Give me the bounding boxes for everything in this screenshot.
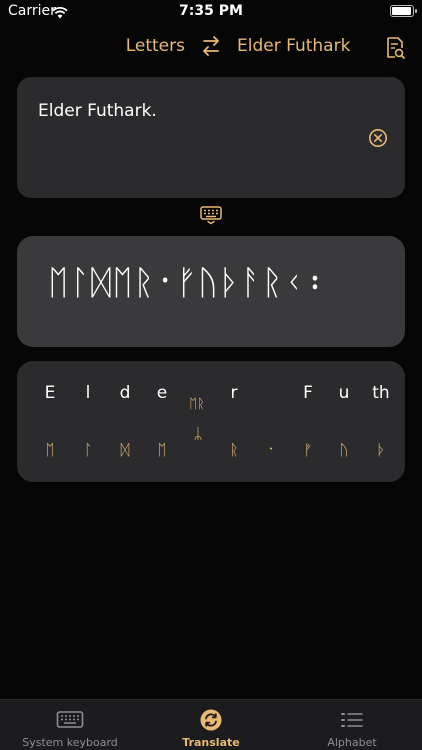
rune-glyph: ᚦ xyxy=(376,441,386,459)
latin-letter: r xyxy=(230,383,238,403)
runic-output-text: ᛖᛚᛞᛖᚱ᛫ᚠᚢᚦᚨᚱᚲ᛬ xyxy=(48,263,327,303)
input-text[interactable]: Elder Futhark. xyxy=(38,101,157,121)
tab-system-keyboard[interactable]: System keyboard xyxy=(0,700,140,750)
tab-label: Translate xyxy=(182,736,240,749)
translate-icon xyxy=(197,709,225,731)
latin-letter: u xyxy=(338,383,350,403)
list-icon xyxy=(338,709,366,731)
latin-letter: d xyxy=(119,383,131,403)
source-language-button[interactable]: Letters xyxy=(126,36,185,56)
clear-input-icon[interactable] xyxy=(368,128,388,152)
tab-bar: System keyboard Translate Alphabet xyxy=(0,699,422,750)
latin-letter: e xyxy=(156,383,168,403)
keyboard-toggle-icon[interactable] xyxy=(199,205,223,229)
rune-glyph: ᛫ xyxy=(266,441,276,459)
rune-glyph: ᛞ xyxy=(120,441,130,459)
rune-glyph: ᛦ xyxy=(193,425,203,443)
tab-translate[interactable]: Translate xyxy=(141,700,281,750)
runic-output-panel[interactable]: ᛖᛚᛞᛖᚱ᛫ᚠᚢᚦᚨᚱᚲ᛬ xyxy=(17,236,405,347)
rune-glyph: ᛖ xyxy=(157,441,167,459)
latin-letter: E xyxy=(44,383,56,403)
rune-glyph: ᛖ xyxy=(45,441,55,459)
battery-icon xyxy=(390,5,417,17)
latin-letter: th xyxy=(372,383,390,403)
rune-glyph: ᛚ xyxy=(83,441,93,459)
rune-glyph: ᚱ xyxy=(229,441,239,459)
tab-label: System keyboard xyxy=(22,736,118,749)
status-bar: Carrier 7:35 PM xyxy=(0,0,422,24)
battery-level xyxy=(392,7,411,15)
tab-alphabet[interactable]: Alphabet xyxy=(282,700,422,750)
rune-glyph: ᚠ xyxy=(303,441,313,459)
document-search-icon[interactable] xyxy=(384,36,406,64)
swap-languages-icon[interactable] xyxy=(201,35,221,61)
target-language-button[interactable]: Elder Futhark xyxy=(237,36,350,56)
latin-letter: F xyxy=(303,383,313,403)
rune-glyph: ᚢ xyxy=(339,441,349,459)
keyboard-icon xyxy=(56,709,84,731)
language-bar: Letters Elder Futhark xyxy=(0,30,422,64)
status-time: 7:35 PM xyxy=(179,3,243,19)
letter-breakdown-panel: E l d e r F u th ᛖᚱ ᛦ ᛖ ᛚ ᛞ ᛖ ᚱ ᛫ ᚠ ᚢ ᚦ xyxy=(17,361,405,482)
rune-ligature: ᛖᚱ xyxy=(189,397,205,412)
latin-letter: l xyxy=(85,383,91,403)
tab-label: Alphabet xyxy=(327,736,377,749)
input-text-area[interactable]: Elder Futhark. xyxy=(17,77,405,198)
